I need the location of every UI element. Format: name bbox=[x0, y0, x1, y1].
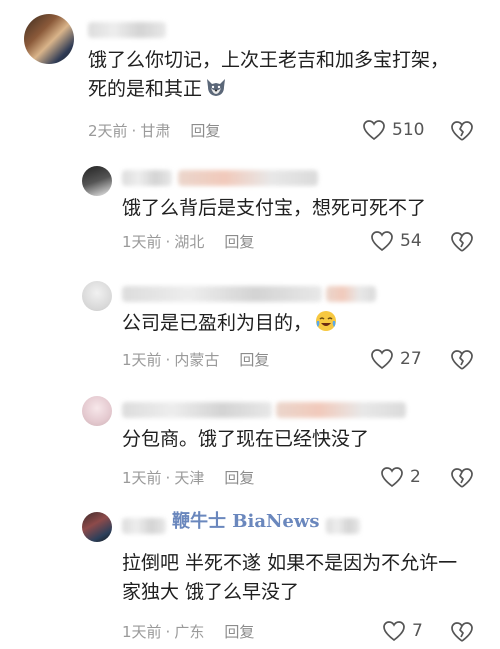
comment-location: 湖北 bbox=[174, 233, 205, 251]
reply-button[interactable]: 回复 bbox=[224, 232, 254, 252]
reply-button[interactable]: 回复 bbox=[239, 350, 269, 370]
like-count: 54 bbox=[400, 231, 422, 251]
like-button[interactable]: 54 bbox=[370, 230, 422, 252]
separator: · bbox=[165, 469, 171, 487]
comment-meta: 1天前 · 天津 回复 bbox=[122, 468, 254, 488]
broken-heart-icon[interactable] bbox=[450, 119, 474, 143]
broken-heart-icon[interactable] bbox=[450, 230, 474, 254]
avatar[interactable] bbox=[82, 512, 112, 542]
comment-time: 1天前 bbox=[122, 351, 162, 369]
username-redacted[interactable] bbox=[122, 286, 322, 302]
like-count: 7 bbox=[412, 621, 423, 641]
watermark: 鞭牛士 BiaNews bbox=[172, 511, 320, 532]
heart-icon bbox=[381, 467, 403, 488]
comment-text: 公司是已盈利为目的， bbox=[122, 309, 472, 338]
separator: · bbox=[165, 233, 171, 251]
like-count: 510 bbox=[392, 120, 425, 140]
broken-heart-icon[interactable] bbox=[450, 348, 474, 372]
username-redacted[interactable] bbox=[122, 402, 272, 418]
heart-icon bbox=[363, 120, 385, 141]
username-redacted[interactable] bbox=[122, 170, 172, 186]
broken-heart-icon[interactable] bbox=[450, 466, 474, 490]
comment-text: 拉倒吧 半死不遂 如果不是因为不允许一家独大 饿了么早没了 bbox=[122, 552, 458, 603]
reply-button[interactable]: 回复 bbox=[190, 121, 220, 141]
separator: · bbox=[131, 122, 137, 140]
crying-laugh-emoji-icon bbox=[316, 311, 337, 331]
comment-text-body: 公司是已盈利为目的， bbox=[122, 312, 313, 334]
comment-meta: 1天前 · 广东 回复 bbox=[122, 622, 254, 642]
heart-icon bbox=[371, 349, 393, 370]
comment-time: 1天前 bbox=[122, 623, 162, 641]
reply-button[interactable]: 回复 bbox=[224, 468, 254, 488]
avatar[interactable] bbox=[82, 166, 112, 196]
comment-time: 1天前 bbox=[122, 469, 162, 487]
like-count: 27 bbox=[400, 349, 422, 369]
comment-location: 内蒙古 bbox=[174, 351, 220, 369]
separator: · bbox=[165, 351, 171, 369]
avatar[interactable] bbox=[82, 396, 112, 426]
wolf-emoji-icon bbox=[207, 79, 226, 96]
username-redacted[interactable] bbox=[88, 22, 166, 38]
comment-location: 甘肃 bbox=[140, 122, 171, 140]
username-redacted[interactable] bbox=[122, 518, 166, 534]
comment-location: 广东 bbox=[174, 623, 205, 641]
heart-icon bbox=[383, 621, 405, 642]
comment-text: 饿了么背后是支付宝，想死可死不了 bbox=[122, 197, 427, 219]
comment-location: 天津 bbox=[174, 469, 205, 487]
like-button[interactable]: 2 bbox=[380, 466, 421, 488]
username-redacted[interactable] bbox=[178, 170, 318, 186]
comment-meta: 2天前 · 甘肃 回复 bbox=[88, 121, 220, 141]
like-button[interactable]: 27 bbox=[370, 348, 422, 370]
username-redacted[interactable] bbox=[276, 402, 406, 418]
like-button[interactable]: 7 bbox=[382, 620, 423, 642]
like-button[interactable]: 510 bbox=[362, 119, 424, 141]
avatar[interactable] bbox=[24, 14, 74, 64]
comment-text-body: 饿了么你切记，上次王老吉和加多宝打架，死的是和其正 bbox=[88, 49, 450, 100]
broken-heart-icon[interactable] bbox=[450, 620, 474, 644]
avatar[interactable] bbox=[82, 281, 112, 311]
separator: · bbox=[165, 623, 171, 641]
comment-time: 2天前 bbox=[88, 122, 128, 140]
username-redacted[interactable] bbox=[326, 286, 376, 302]
comment-meta: 1天前 · 湖北 回复 bbox=[122, 232, 254, 252]
like-count: 2 bbox=[410, 467, 421, 487]
comment-text: 分包商。饿了现在已经快没了 bbox=[122, 428, 370, 450]
comment-meta: 1天前 · 内蒙古 回复 bbox=[122, 350, 269, 370]
heart-icon bbox=[371, 231, 393, 252]
reply-button[interactable]: 回复 bbox=[224, 622, 254, 642]
username-redacted[interactable] bbox=[326, 518, 360, 534]
comment-text: 饿了么你切记，上次王老吉和加多宝打架，死的是和其正 bbox=[88, 46, 463, 104]
comment-time: 1天前 bbox=[122, 233, 162, 251]
